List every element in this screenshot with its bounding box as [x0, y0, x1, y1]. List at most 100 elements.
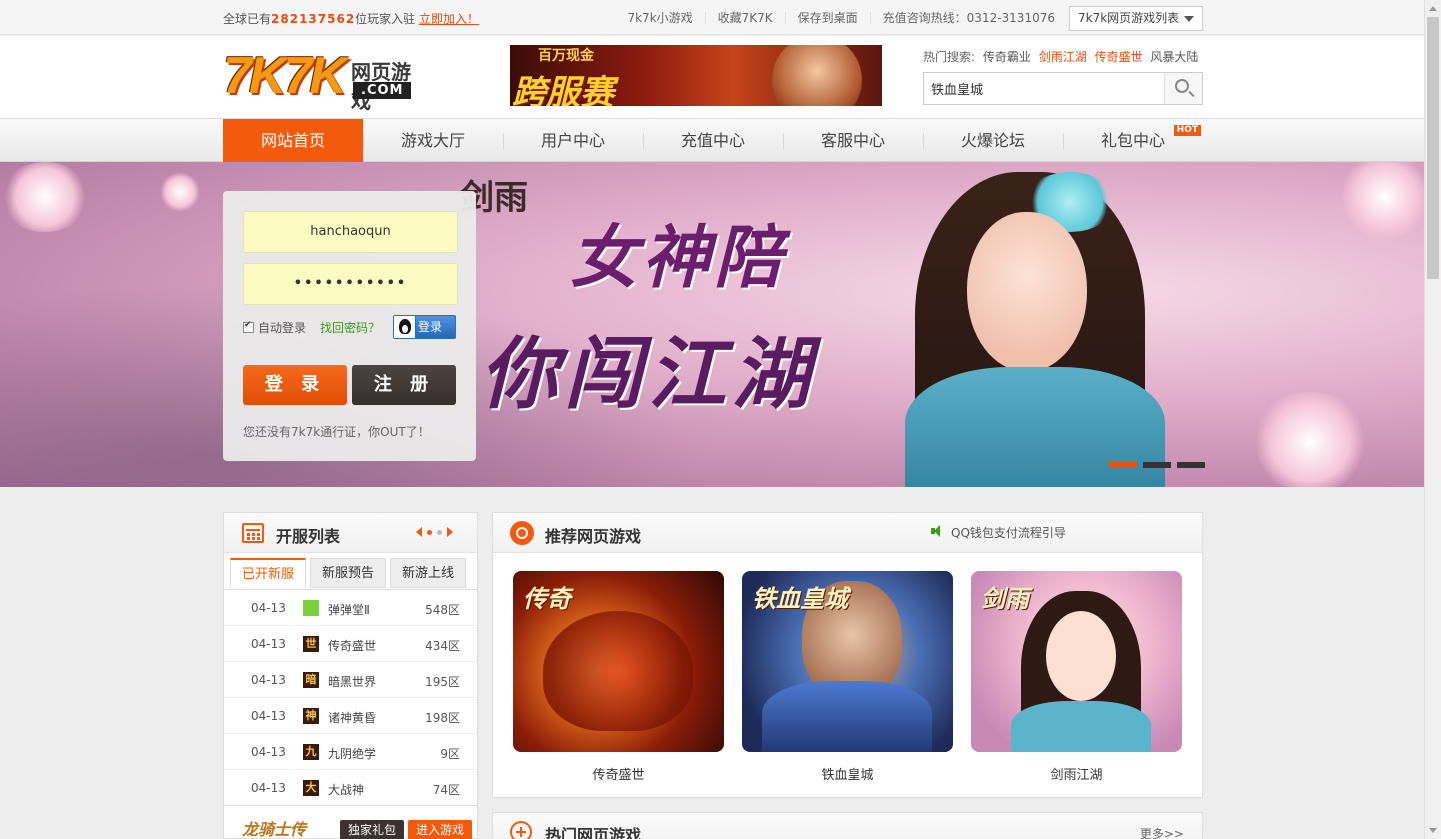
nav-item-user-center[interactable]: 用户中心 — [503, 119, 643, 163]
search-icon — [1175, 79, 1189, 93]
player-count-suffix: 位玩家入驻 — [355, 12, 416, 26]
recommended-title: 推荐网页游戏 — [545, 527, 642, 546]
logo-domain: .COM — [353, 82, 412, 99]
speaker-icon — [931, 525, 945, 537]
password-field[interactable]: ••••••••••• — [243, 263, 458, 305]
site-logo[interactable]: 7K7K 网页游戏 .COM — [223, 47, 428, 113]
recommended-game-card[interactable]: 传奇 传奇盛世 — [513, 571, 724, 783]
username-field[interactable]: hanchaoqun — [243, 211, 458, 253]
scroll-down-icon[interactable] — [1429, 828, 1437, 833]
arrow-left-icon[interactable] — [416, 527, 422, 537]
exclusive-gift-button[interactable]: 独家礼包 — [340, 820, 405, 839]
game-thumbnail-logo: 传奇 — [523, 585, 571, 613]
auto-login-label: 自动登录 — [258, 321, 307, 335]
server-row[interactable]: 04-13 暗 暗黑世界 195区 — [224, 662, 477, 698]
character-dress — [905, 367, 1165, 487]
top-links: 7k7k小游戏 收藏7K7K 保存到桌面 充值咨询热线：0312-3131076… — [615, 5, 1203, 31]
pager-dot[interactable] — [437, 529, 442, 535]
nav-item-gift[interactable]: 礼包中心 HOT — [1063, 119, 1203, 163]
header-ad-banner[interactable]: 百万现金 跨服赛 — [510, 45, 882, 106]
save-to-desktop-link[interactable]: 保存到桌面 — [786, 12, 871, 24]
arrow-right-icon[interactable] — [447, 527, 453, 537]
slide-indicator[interactable] — [1177, 462, 1205, 468]
server-row[interactable]: 04-13 九 九阴绝学 9区 — [224, 734, 477, 770]
hot-search-item[interactable]: 传奇盛世 — [1095, 50, 1143, 64]
slide-indicator[interactable] — [1109, 462, 1137, 468]
hot-search-item[interactable]: 风暴大陆 — [1150, 50, 1198, 64]
pager-dot[interactable] — [427, 529, 432, 535]
server-game-name: 弹弹堂Ⅱ — [328, 603, 370, 617]
scroll-thumb[interactable] — [1427, 17, 1439, 279]
search-button[interactable] — [1164, 73, 1202, 104]
server-row[interactable]: 04-13 大 大战神 74区 — [224, 770, 477, 806]
tab-new-games[interactable]: 新游上线 — [390, 558, 466, 588]
server-list: 04-13 弹弹堂Ⅱ 548区 04-13 世 传奇盛世 434区 04-13 … — [224, 589, 477, 806]
recommended-games-panel: 推荐网页游戏 QQ钱包支付流程引导 传奇 传奇盛世 铁血皇城 铁血皇城 剑雨 剑… — [492, 512, 1203, 798]
more-link[interactable]: 更多>> — [1140, 825, 1184, 839]
recommended-game-card[interactable]: 剑雨 剑雨江湖 — [971, 571, 1182, 783]
game-thumbnail: 剑雨 — [971, 571, 1182, 752]
server-row[interactable]: 04-13 弹弹堂Ⅱ 548区 — [224, 590, 477, 626]
server-date: 04-13 — [251, 709, 286, 723]
server-zone: 9区 — [440, 747, 460, 761]
game-thumbnail-logo: 铁血皇城 — [752, 585, 848, 613]
ad-line1: 百万现金 — [538, 48, 594, 64]
hot-badge: HOT — [1173, 125, 1201, 136]
hot-search-item[interactable]: 传奇霸业 — [983, 50, 1031, 64]
search-input[interactable] — [924, 73, 1162, 104]
login-button[interactable]: 登 录 — [243, 365, 347, 405]
hero-slide-indicators — [1109, 462, 1205, 468]
server-row[interactable]: 04-13 世 传奇盛世 434区 — [224, 626, 477, 662]
enter-game-button[interactable]: 进入游戏 — [408, 820, 473, 839]
blossom-decoration — [1340, 162, 1424, 242]
forgot-password-link[interactable]: 找回密码？ — [320, 319, 380, 336]
hero-slogan-line1: 女神陪 — [570, 219, 787, 298]
recommend-icon — [510, 521, 534, 545]
blossom-decoration — [0, 162, 90, 232]
hot-search-item[interactable]: 剑雨江湖 — [1039, 50, 1087, 64]
bookmark-link[interactable]: 收藏7K7K — [706, 12, 786, 24]
register-button[interactable]: 注 册 — [352, 365, 456, 405]
tab-upcoming-servers[interactable]: 新服预告 — [310, 558, 386, 588]
auto-login-checkbox[interactable]: 自动登录 — [243, 319, 306, 336]
page-scrollbar[interactable] — [1424, 0, 1441, 839]
server-date: 04-13 — [251, 673, 286, 687]
game-icon: 神 — [303, 708, 319, 724]
login-panel: hanchaoqun ••••••••••• 自动登录 找回密码？ 登录 登 录… — [223, 191, 476, 461]
qq-wallet-guide-link[interactable]: QQ钱包支付流程引导 — [951, 524, 1066, 541]
recharge-hotline: 充值咨询热线：0312-3131076 — [882, 11, 1055, 25]
checkbox-checked-icon — [243, 320, 254, 333]
qq-login-label: 登录 — [418, 320, 443, 334]
server-date: 04-13 — [251, 637, 286, 651]
recommended-game-card[interactable]: 铁血皇城 铁血皇城 — [742, 571, 953, 783]
nav-item-home[interactable]: 网站首页 — [223, 119, 363, 163]
server-row[interactable]: 04-13 神 诸神黄昏 198区 — [224, 698, 477, 734]
blossom-decoration — [160, 172, 200, 212]
server-game-name: 传奇盛世 — [328, 639, 377, 653]
armor-artwork — [762, 681, 932, 752]
mini-games-link[interactable]: 7k7k小游戏 — [615, 12, 706, 24]
nav-item-forum[interactable]: 火爆论坛 — [923, 119, 1063, 163]
nav-item-gift-label: 礼包中心 — [1100, 131, 1165, 150]
blossom-decoration — [1250, 392, 1370, 487]
server-list-header: 开服列表 — [224, 513, 477, 553]
qq-login-button[interactable]: 登录 — [393, 315, 456, 339]
ad-line2: 跨服赛 — [512, 73, 614, 106]
calendar-icon — [242, 523, 264, 543]
slide-indicator[interactable] — [1143, 462, 1171, 468]
promo-game-logo: 龙骑士传 — [242, 820, 307, 839]
ad-character-image — [772, 45, 862, 106]
hero-banner[interactable]: 剑雨 女神陪 你闯江湖 — [0, 162, 1424, 487]
server-zone: 434区 — [425, 639, 460, 653]
server-date: 04-13 — [251, 601, 286, 615]
join-now-link[interactable]: 立即加入！ — [419, 12, 479, 26]
nav-item-service[interactable]: 客服中心 — [783, 119, 923, 163]
game-thumbnail: 铁血皇城 — [742, 571, 953, 752]
recommended-header: 推荐网页游戏 QQ钱包支付流程引导 — [493, 513, 1202, 553]
plus-circle-icon — [510, 821, 532, 839]
nav-item-recharge[interactable]: 充值中心 — [643, 119, 783, 163]
tab-opened-servers[interactable]: 已开新服 — [230, 558, 306, 588]
game-list-dropdown[interactable]: 7k7k网页游戏列表 — [1069, 5, 1203, 31]
nav-item-game-hall[interactable]: 游戏大厅 — [363, 119, 503, 163]
scroll-up-icon[interactable] — [1429, 6, 1437, 11]
